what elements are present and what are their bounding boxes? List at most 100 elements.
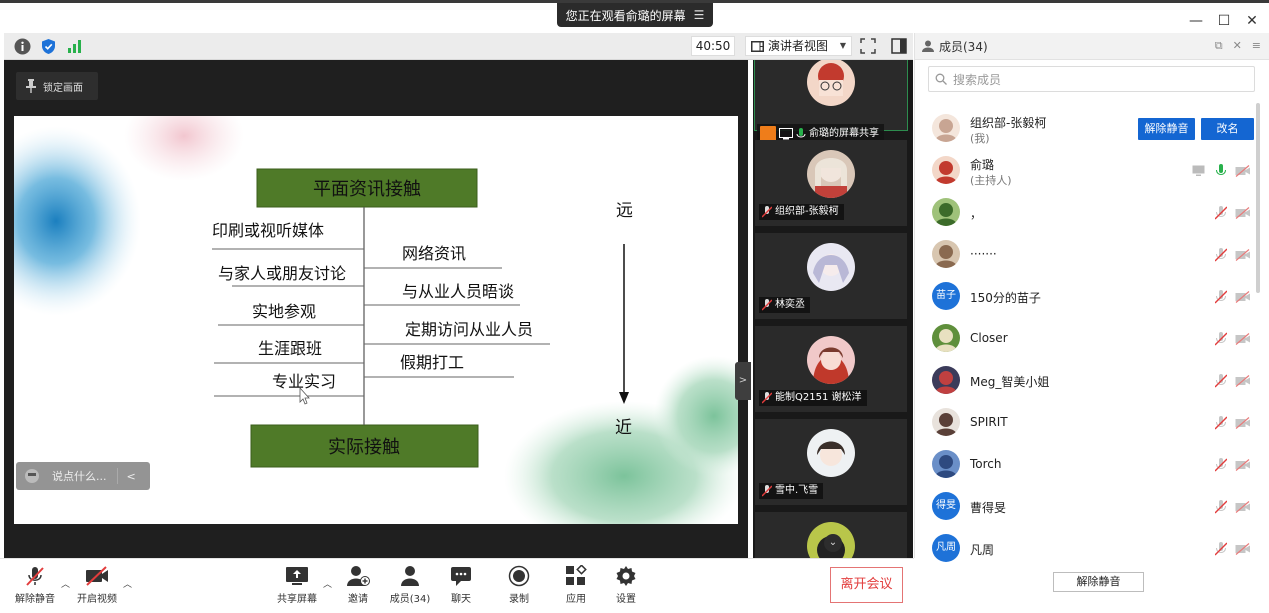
member-row[interactable]: Torch — [915, 445, 1255, 487]
lock-view-button[interactable]: 锁定画面 — [16, 72, 98, 100]
minimize-button[interactable]: — — [1186, 11, 1206, 31]
chevron-down-icon: ▼ — [839, 41, 846, 50]
camera-off-icon[interactable] — [1235, 501, 1251, 513]
record-button[interactable]: 录制 — [493, 565, 545, 609]
mic-muted-icon[interactable] — [1215, 500, 1227, 514]
invite-button[interactable]: 邀请 — [332, 565, 384, 609]
far-label: 远 — [616, 201, 633, 221]
tile-name: 能制Q2151 谢松洋 — [775, 392, 862, 403]
camera-off-icon[interactable] — [1235, 291, 1251, 303]
right-item-4: 假期打工 — [400, 353, 464, 372]
avatar — [932, 324, 960, 352]
search-placeholder: 搜索成员 — [953, 72, 1002, 87]
collapse-tiles-handle[interactable]: > — [735, 362, 751, 400]
chevron-up-icon[interactable]: ︿ — [123, 577, 132, 590]
top-box-label: 平面资讯接触 — [313, 179, 421, 200]
mic-muted-icon[interactable] — [1215, 374, 1227, 388]
camera-off-icon[interactable] — [1235, 543, 1251, 555]
mic-muted-icon[interactable] — [1215, 542, 1227, 556]
close-panel-icon[interactable]: ✕ — [1233, 39, 1242, 53]
camera-off-icon[interactable] — [1235, 375, 1251, 387]
mic-on-icon[interactable] — [1215, 164, 1227, 178]
video-tile[interactable]: 能制Q2151 谢松洋 — [755, 326, 907, 412]
start-video-label: 开启视频 — [77, 594, 117, 605]
share-screen-button[interactable]: 共享屏幕 — [271, 565, 323, 609]
maximize-button[interactable]: ☐ — [1214, 11, 1234, 31]
avatar — [807, 60, 855, 106]
start-video-button[interactable]: 开启视频 — [71, 565, 123, 609]
unmute-label: 解除静音 — [15, 594, 55, 605]
person-icon — [401, 566, 419, 586]
member-row[interactable]: 凡周 凡周 — [915, 529, 1255, 571]
camera-off-icon[interactable] — [1235, 459, 1251, 471]
chevron-up-icon[interactable]: ︿ — [323, 577, 332, 590]
chat-input-bar[interactable]: 说点什么... < — [16, 462, 150, 490]
signal-icon[interactable] — [66, 38, 83, 55]
mic-muted-icon[interactable] — [1215, 206, 1227, 220]
camera-off-icon[interactable] — [1235, 165, 1251, 177]
mic-muted-icon[interactable] — [1215, 248, 1227, 262]
member-row[interactable]: SPIRIT — [915, 403, 1255, 445]
video-tile[interactable]: 林奕丞 — [755, 233, 907, 319]
unmute-all-button[interactable]: 解除静音 — [1053, 572, 1144, 592]
fullscreen-icon[interactable] — [860, 38, 876, 54]
leave-meeting-button[interactable]: 离开会议 — [830, 567, 903, 603]
chevron-up-icon[interactable]: ︿ — [61, 577, 70, 590]
chat-button[interactable]: 聊天 — [435, 565, 487, 609]
pop-out-icon[interactable]: ⧉ — [1215, 39, 1223, 53]
member-list-scrollbar[interactable] — [1256, 103, 1260, 293]
member-name: ， — [970, 207, 983, 221]
left-item-1: 印刷或视听媒体 — [212, 221, 324, 240]
close-button[interactable]: ✕ — [1242, 11, 1262, 31]
tile-name: 林奕丞 — [775, 299, 805, 310]
camera-off-icon[interactable] — [1235, 417, 1251, 429]
member-row[interactable]: Meg_智美小姐 — [915, 361, 1255, 403]
chevron-left-icon[interactable]: < — [127, 470, 136, 483]
members-panel-title: 成员(34) — [939, 39, 988, 54]
screen-share-banner[interactable]: 您正在观看俞璐的屏幕 ☰ — [557, 3, 713, 27]
video-tile[interactable]: 组织部-张毅柯 — [755, 140, 907, 226]
gear-icon — [616, 566, 636, 586]
menu-icon[interactable]: ☰ — [694, 8, 705, 22]
mic-muted-icon[interactable] — [1215, 458, 1227, 472]
members-button[interactable]: 成员(34) — [384, 565, 436, 609]
camera-off-icon[interactable] — [1235, 207, 1251, 219]
mic-muted-icon[interactable] — [1215, 332, 1227, 346]
emoji-icon[interactable] — [24, 468, 40, 484]
info-icon[interactable] — [14, 38, 31, 55]
invite-label: 邀请 — [348, 594, 368, 605]
unmute-self-button[interactable]: 解除静音 — [1138, 118, 1195, 140]
mic-muted-icon[interactable] — [1215, 290, 1227, 304]
chat-bubble-icon — [451, 567, 471, 586]
right-item-1: 网络资讯 — [402, 244, 466, 263]
camera-off-icon[interactable] — [1235, 249, 1251, 261]
apps-button[interactable]: 应用 — [550, 565, 602, 609]
chevron-down-icon[interactable]: ⌄ — [824, 534, 842, 552]
member-search-input[interactable]: 搜索成员 — [928, 66, 1255, 92]
chat-label: 聊天 — [451, 594, 471, 605]
member-row[interactable]: Closer — [915, 319, 1255, 361]
member-row[interactable]: 俞璐 (主持人) — [915, 151, 1255, 193]
view-mode-label: 演讲者视图 — [768, 39, 829, 53]
camera-off-icon[interactable] — [1235, 333, 1251, 345]
rename-button[interactable]: 改名 — [1201, 118, 1254, 140]
settings-button[interactable]: 设置 — [600, 565, 652, 609]
left-item-5: 专业实习 — [272, 372, 336, 391]
view-mode-select[interactable]: 演讲者视图 ▼ — [745, 36, 852, 56]
mic-muted-icon[interactable] — [1215, 416, 1227, 430]
member-row[interactable]: 得旻 曹得旻 — [915, 487, 1255, 529]
avatar — [932, 156, 960, 184]
member-row[interactable]: ······· — [915, 235, 1255, 277]
side-panel-icon[interactable] — [891, 38, 907, 54]
video-tile[interactable]: 雪中.飞雪 — [755, 419, 907, 505]
more-menu-icon[interactable]: ≡ — [1252, 39, 1261, 53]
video-tile[interactable]: 俞璐的屏幕共享 — [754, 60, 908, 144]
avatar: 凡周 — [932, 534, 960, 562]
member-row[interactable]: 苗子 150分的苗子 — [915, 277, 1255, 319]
shield-icon[interactable] — [40, 38, 57, 55]
member-row[interactable]: ， — [915, 193, 1255, 235]
unmute-button[interactable]: 解除静音 — [9, 565, 61, 609]
meeting-toolbar: 40:50 演讲者视图 ▼ — [4, 33, 913, 60]
meeting-timer: 40:50 — [691, 36, 735, 56]
speaker-view-icon — [751, 40, 764, 52]
